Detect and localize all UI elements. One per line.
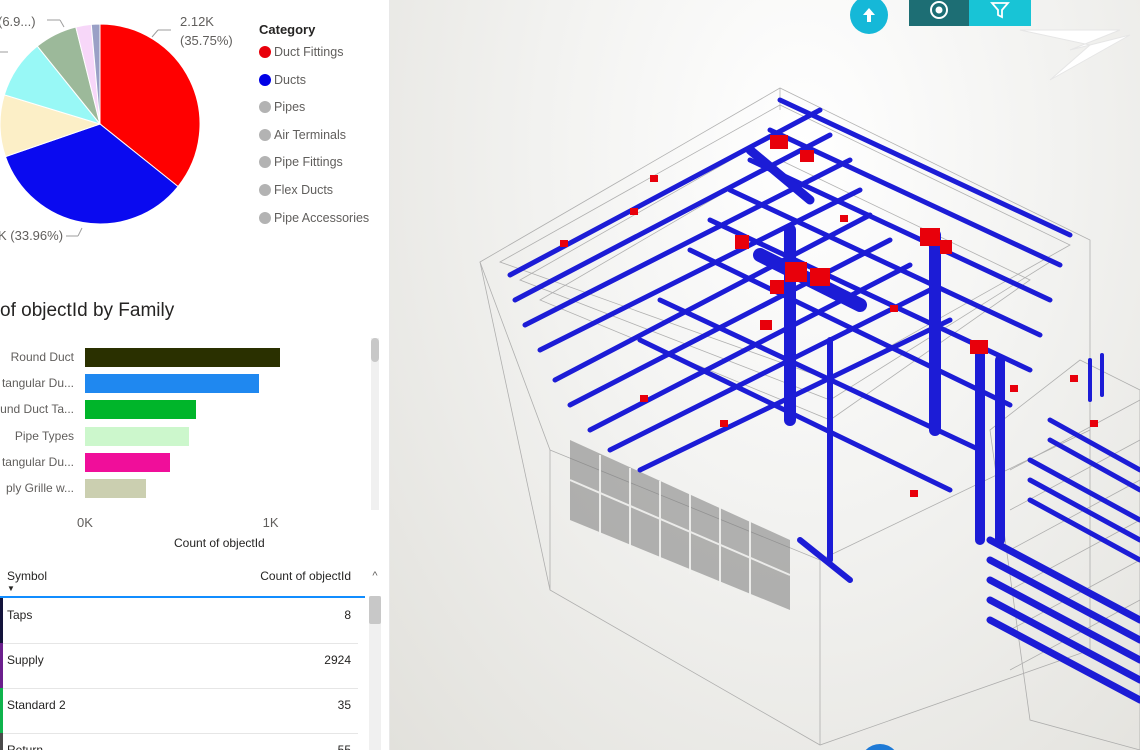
model-3d-viewer[interactable]: 4130 xyxy=(390,0,1140,750)
legend-dot-icon xyxy=(259,184,271,196)
x-tick-label: 1K xyxy=(262,515,279,530)
cell-symbol: Standard 2 xyxy=(7,698,66,712)
bar[interactable] xyxy=(85,348,280,367)
up-arrow-icon xyxy=(863,8,875,22)
bar[interactable] xyxy=(85,479,147,498)
bar-category-label: tangular Du... xyxy=(1,454,74,469)
bar[interactable] xyxy=(85,452,171,472)
table-row[interactable]: Return 55 xyxy=(0,733,358,750)
legend-label: Ducts xyxy=(274,72,306,87)
row-color-indicator xyxy=(0,733,3,750)
legend-item[interactable]: Pipe Accessories xyxy=(259,211,369,225)
legend-label: Pipe Fittings xyxy=(274,155,343,170)
col-header-count[interactable]: Count of objectId xyxy=(260,569,351,583)
table-scroll-thumb[interactable] xyxy=(369,596,381,624)
cell-count: 2924 xyxy=(324,653,351,667)
bar-category-label: tangular Du... xyxy=(1,376,74,391)
row-color-indicator xyxy=(0,688,3,733)
bar-chart-scrollbar[interactable] xyxy=(371,338,379,510)
bar-category-label: ply Grille w... xyxy=(5,481,74,495)
legend-dot-icon xyxy=(259,101,271,114)
report-panel: (6.9...) 2.12K (35.75%) K (33.96%) Categ… xyxy=(0,0,390,750)
cell-count: 35 xyxy=(337,698,351,712)
table-row[interactable]: Taps 8 xyxy=(0,598,358,644)
cell-count: 55 xyxy=(337,743,351,750)
bar[interactable] xyxy=(85,374,260,394)
bar-chart-scroll-thumb[interactable] xyxy=(371,338,379,362)
legend-label: Pipe Accessories xyxy=(274,210,370,225)
legend-item[interactable]: Pipes xyxy=(259,100,305,114)
legend-label: Air Terminals xyxy=(274,127,347,142)
bar[interactable] xyxy=(85,426,189,446)
legend-dot-icon xyxy=(259,211,271,224)
cell-symbol: Taps xyxy=(7,608,33,622)
legend-label: Flex Ducts xyxy=(274,183,334,197)
x-axis-title: Count of objectId xyxy=(174,536,265,550)
mep-3d-model[interactable] xyxy=(390,0,1140,750)
legend-dot-icon xyxy=(259,128,271,141)
legend-title: Category xyxy=(259,22,316,37)
legend-dot-icon xyxy=(259,156,271,169)
logo-icon xyxy=(1019,29,1131,81)
target-icon xyxy=(930,1,948,19)
x-tick-label: 0K xyxy=(77,515,93,530)
cell-symbol: Return xyxy=(7,743,44,750)
pie-label-bottom: K (33.96%) xyxy=(0,228,64,243)
sort-desc-icon[interactable]: ▼ xyxy=(7,584,15,593)
row-color-indicator xyxy=(0,598,3,643)
legend-label: Duct Fittings xyxy=(274,45,344,59)
bar-category-label: Pipe Types xyxy=(14,428,74,443)
scroll-up-icon[interactable]: ^ xyxy=(369,570,381,584)
legend-item[interactable]: Duct Fittings xyxy=(259,45,343,59)
legend-item[interactable]: Air Terminals xyxy=(259,128,346,142)
bar-category-label: und Duct Ta... xyxy=(0,402,74,417)
filter-icon xyxy=(990,2,1010,19)
bar-chart-title: of objectId by Family xyxy=(0,300,175,321)
bar[interactable] xyxy=(85,400,197,420)
legend-item[interactable]: Ducts xyxy=(259,73,306,87)
row-color-indicator xyxy=(0,643,3,688)
pie-label-top-left: (6.9...) xyxy=(0,14,36,29)
pie-label-ducts-pct: (35.75%) xyxy=(180,33,233,48)
legend-item[interactable]: Pipe Fittings xyxy=(259,155,343,169)
legend-dot-icon xyxy=(259,46,271,58)
table-row[interactable]: Supply 2924 xyxy=(0,643,358,689)
cell-count: 8 xyxy=(344,608,351,622)
bar-category-label: Round Duct xyxy=(10,350,74,364)
pie-label-ducts-value: 2.12K xyxy=(180,14,214,29)
select-tool-button[interactable] xyxy=(909,0,969,26)
legend-item[interactable]: Flex Ducts xyxy=(259,183,333,197)
cell-symbol: Supply xyxy=(7,653,44,667)
legend-label: Pipes xyxy=(274,100,306,115)
col-header-symbol[interactable]: Symbol xyxy=(7,569,47,583)
table-row[interactable]: Standard 2 35 xyxy=(0,688,358,734)
legend-dot-icon xyxy=(259,73,271,86)
